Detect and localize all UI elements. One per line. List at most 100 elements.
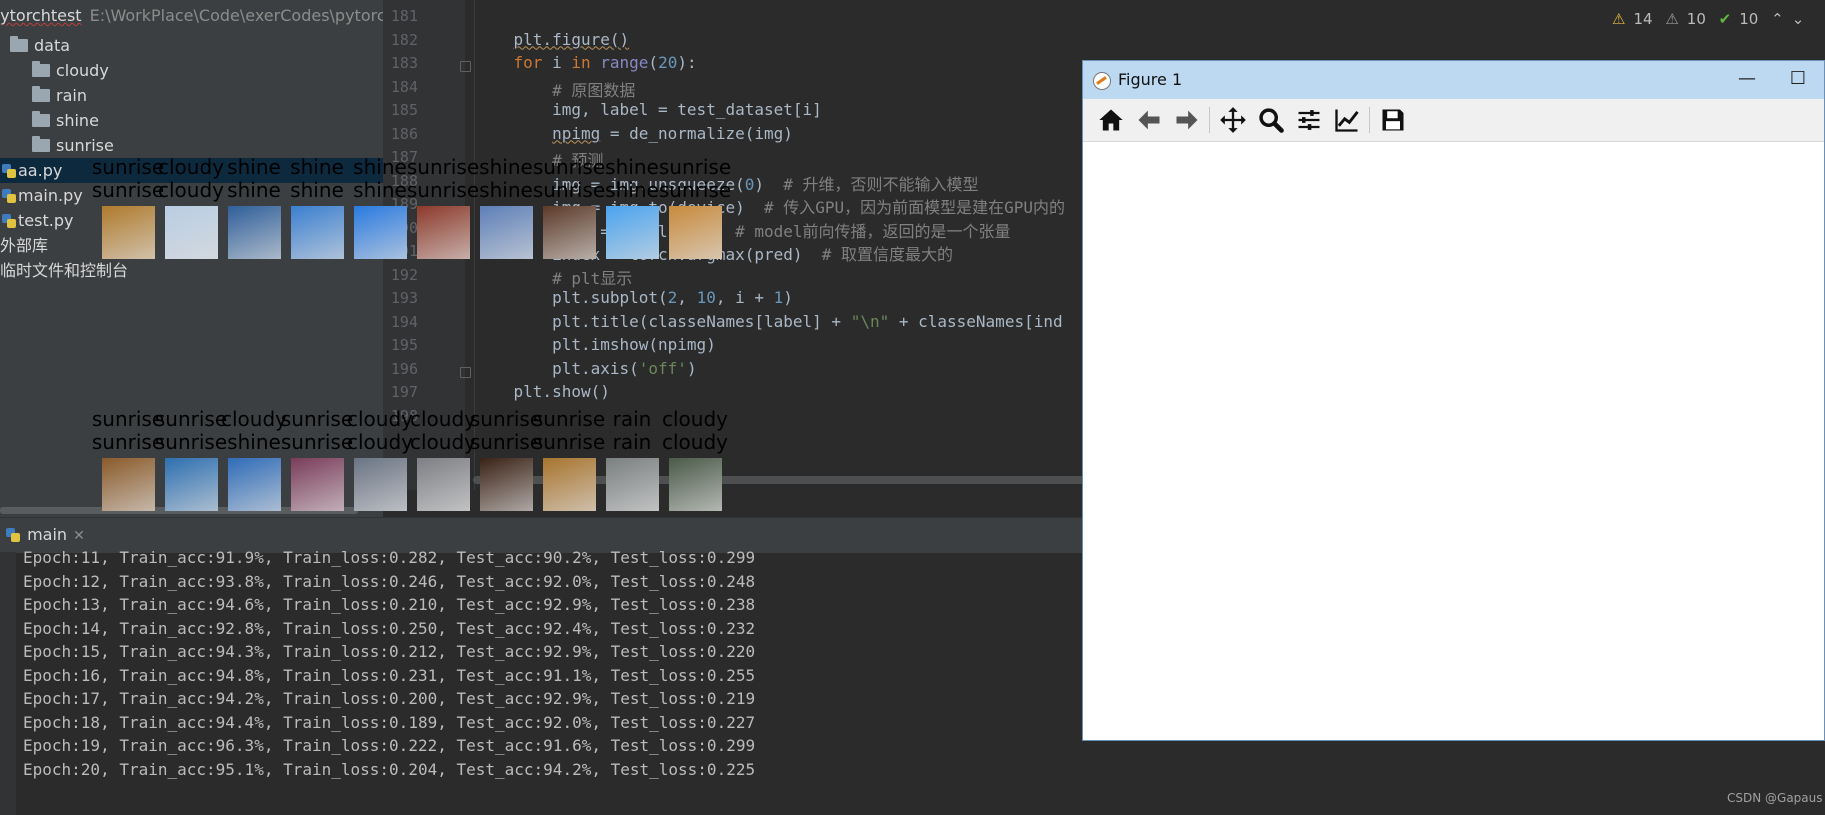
code-line: plt.imshow(npimg)	[475, 335, 716, 354]
zoom-button[interactable]	[1255, 104, 1287, 136]
console-line: Epoch:14, Train_acc:92.8%, Train_loss:0.…	[23, 618, 756, 638]
tree-item-label: shine	[56, 111, 99, 130]
python-icon	[6, 528, 20, 542]
subplot-image	[417, 458, 470, 511]
line-number: 197	[390, 383, 418, 401]
watermark: CSDN @Gapaus	[1727, 791, 1823, 805]
true-label: sunrise	[658, 155, 732, 179]
subplot-image	[291, 206, 344, 259]
subplot-title: sunrise sunrise	[655, 156, 735, 202]
python-file-icon	[2, 214, 16, 228]
subplot-image	[543, 206, 596, 259]
configure-subplots-button[interactable]	[1293, 104, 1325, 136]
code-line: img, label = test_dataset[i]	[475, 100, 822, 119]
subplot-title: cloudy cloudy	[655, 408, 735, 454]
line-number: 192	[390, 265, 418, 284]
edit-axes-icon	[1335, 109, 1359, 132]
subplot-image	[102, 458, 155, 511]
matplotlib-icon	[1093, 72, 1111, 90]
subplot-image	[354, 458, 407, 511]
subplot-image	[669, 206, 722, 259]
project-header[interactable]: pytorchtest E:\WorkPlace\Code\exerCodes\p…	[0, 0, 383, 32]
warning-count: 14	[1633, 10, 1653, 28]
line-number: 181	[390, 7, 418, 25]
minimize-button[interactable]: —	[1727, 61, 1767, 99]
line-number: 186	[390, 124, 418, 143]
subplot-image	[543, 458, 596, 511]
console-line: Epoch:16, Train_acc:94.8%, Train_loss:0.…	[23, 665, 756, 685]
code-line: plt.title(classeNames[label] + "\n" + cl…	[475, 311, 1063, 331]
figure-titlebar[interactable]: Figure 1 — ☐	[1083, 61, 1824, 99]
tree-item-data[interactable]: data	[0, 33, 383, 58]
line-number: 185	[390, 101, 418, 119]
tree-item-临时文件和控制台[interactable]: 临时文件和控制台	[0, 258, 383, 283]
console-line: Epoch:20, Train_acc:95.1%, Train_loss:0.…	[23, 759, 756, 779]
back-icon	[1138, 110, 1160, 130]
tree-item-rain[interactable]: rain	[0, 83, 383, 108]
subplot-image	[606, 206, 659, 259]
figure-toolbar	[1083, 99, 1824, 142]
pan-button[interactable]	[1217, 104, 1249, 136]
tree-item-shine[interactable]: shine	[0, 108, 383, 133]
figure-window[interactable]: Figure 1 — ☐ sunrise sunrise cloudy clou…	[92, 60, 1825, 741]
weak-warning-icon: ⚠	[1665, 10, 1679, 28]
run-tab-main[interactable]: main ✕	[0, 517, 100, 552]
console-line: Epoch:15, Train_acc:94.3%, Train_loss:0.…	[23, 642, 756, 661]
pan-icon	[1220, 107, 1246, 133]
python-file-icon	[2, 189, 16, 203]
forward-button[interactable]	[1171, 104, 1203, 136]
tree-item-label: sunrise	[56, 136, 114, 155]
toolbar-separator	[1209, 107, 1210, 133]
fold-marker-icon[interactable]	[460, 61, 471, 72]
true-label: cloudy	[662, 407, 728, 431]
console-line: Epoch:18, Train_acc:94.4%, Train_loss:0.…	[23, 712, 756, 732]
chevron-up-icon[interactable]: ⌃	[1771, 10, 1784, 28]
subplot-image	[606, 458, 659, 511]
home-button[interactable]	[1095, 104, 1127, 136]
tree-item-label: 临时文件和控制台	[0, 261, 129, 280]
ok-count: 10	[1739, 10, 1759, 28]
plot-canvas[interactable]: sunrise sunrise cloudy cloudy shine shine shin…	[92, 142, 1824, 740]
subplot-image	[228, 206, 281, 259]
line-number: 183	[390, 54, 418, 72]
close-icon[interactable]: ✕	[73, 528, 85, 544]
save-icon	[1382, 109, 1404, 131]
edit-axes-button[interactable]	[1331, 104, 1363, 136]
console-line: Epoch:13, Train_acc:94.6%, Train_loss:0.…	[23, 595, 756, 614]
console-line: Epoch:11, Train_acc:91.9%, Train_loss:0.…	[23, 548, 756, 567]
save-button[interactable]	[1377, 104, 1409, 136]
subplot-image	[165, 458, 218, 511]
figure-title: Figure 1	[1118, 70, 1183, 89]
code-line: plt.axis('off')	[475, 358, 697, 378]
folder-icon	[32, 86, 50, 102]
project-name[interactable]: pytorchtest	[0, 6, 82, 25]
home-icon	[1099, 109, 1123, 131]
subplot-image	[669, 458, 722, 511]
console-line: Epoch:19, Train_acc:96.3%, Train_loss:0.…	[23, 736, 756, 755]
forward-icon	[1176, 110, 1198, 130]
inspection-widget[interactable]: ⚠ 14 ⚠ 10 ✔ 10 ⌃ ⌄	[1612, 7, 1812, 31]
subplot-image	[480, 206, 533, 259]
warning-icon: ⚠	[1612, 10, 1626, 28]
subplot-image	[102, 206, 155, 259]
chevron-down-icon[interactable]: ⌄	[1792, 10, 1805, 28]
tree-item-cloudy[interactable]: cloudy	[0, 58, 383, 83]
back-button[interactable]	[1133, 104, 1165, 136]
code-line: # 原图数据	[552, 80, 636, 100]
folder-icon	[32, 111, 50, 127]
tree-item-label: cloudy	[56, 61, 109, 80]
tree-item-label: 外部库	[0, 236, 49, 255]
console-line: Epoch:17, Train_acc:94.2%, Train_loss:0.…	[23, 689, 756, 708]
folder-icon	[32, 136, 50, 152]
weak-warning-count: 10	[1686, 10, 1706, 28]
code-line: plt.subplot(2, 10, i + 1)	[475, 288, 793, 307]
line-number: 195	[390, 336, 418, 354]
toolbar-separator	[1369, 107, 1370, 133]
fold-marker-icon[interactable]	[460, 366, 471, 378]
maximize-button[interactable]: ☐	[1778, 61, 1818, 99]
line-number: 194	[390, 312, 418, 331]
code-line: plt.figure()	[513, 29, 630, 49]
folder-icon	[10, 36, 28, 52]
code-line: plt.show()	[475, 382, 610, 401]
predicted-label: cloudy	[662, 430, 728, 454]
